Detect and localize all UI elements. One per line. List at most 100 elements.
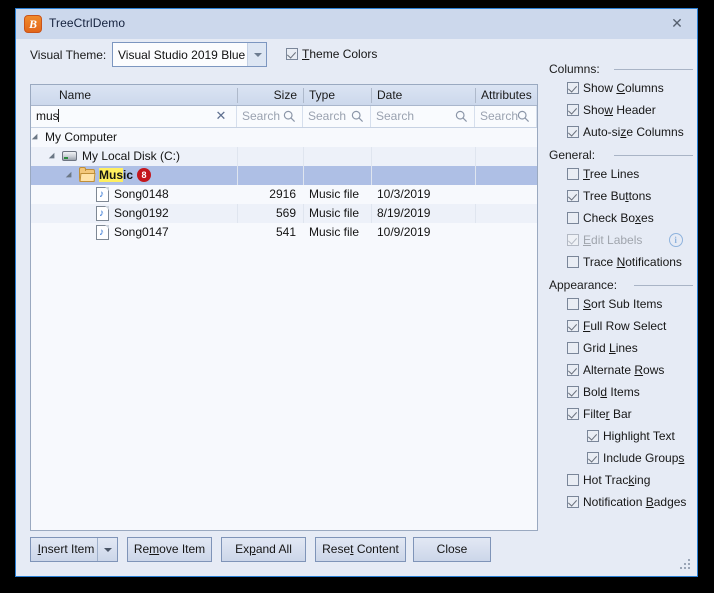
reset-content-button[interactable]: Reset Content (315, 537, 406, 562)
column-divider[interactable] (237, 88, 238, 103)
insert-item-button[interactable]: Insert Item (30, 537, 118, 562)
button-label: Close (436, 542, 468, 556)
search-icon[interactable] (517, 110, 530, 123)
column-divider[interactable] (303, 88, 304, 103)
checkbox-box (567, 82, 579, 94)
dropdown-arrow-icon[interactable] (97, 538, 117, 561)
row-column-divider (303, 166, 304, 185)
close-button[interactable]: Close (413, 537, 491, 562)
expander-icon[interactable] (34, 134, 43, 143)
checkbox-label-hot-tracking: Hot Tracking (583, 473, 651, 487)
checkbox-show-columns[interactable]: Show Columns (567, 81, 664, 96)
filter-cell-type[interactable]: Search (303, 106, 371, 127)
checkbox-label-tree-buttons: Tree Buttons (583, 189, 652, 203)
button-label: Remove Item (133, 542, 206, 556)
column-header-date[interactable]: Date (377, 85, 402, 105)
filter-cell-name[interactable]: mus ✕ (31, 106, 237, 127)
checkbox-trace-notifications[interactable]: Trace Notifications (567, 255, 682, 270)
option-row: Full Row Select (549, 317, 699, 339)
column-header-attributes[interactable]: Attributes (481, 85, 532, 105)
checkbox-include-groups[interactable]: Include Groups (587, 451, 684, 466)
button-label: Insert Item (37, 542, 95, 556)
cell-type: Music file (309, 187, 360, 201)
checkbox-filter-bar[interactable]: Filter Bar (567, 407, 632, 422)
drive-icon (62, 151, 77, 161)
option-row: Grid Lines (549, 339, 699, 361)
checkbox-full-row-select[interactable]: Full Row Select (567, 319, 666, 334)
column-header-name[interactable]: Name (59, 85, 91, 105)
notification-badge: 8 (137, 168, 152, 182)
table-row[interactable]: My Computer (31, 128, 537, 147)
option-row: Show Columns (549, 79, 699, 101)
checkbox-box (567, 212, 579, 224)
checkbox-bold-items[interactable]: Bold Items (567, 385, 640, 400)
resize-grip-icon[interactable] (680, 559, 692, 571)
filter-input-date[interactable]: Search (376, 109, 414, 123)
options-section-header: Appearance: (549, 277, 699, 295)
filter-input-size[interactable]: Search (242, 109, 280, 123)
column-header[interactable]: Name Size Type Date Attributes (31, 85, 537, 106)
expander-icon[interactable] (51, 153, 60, 162)
column-divider[interactable] (371, 88, 372, 103)
cell-size: 541 (275, 225, 296, 239)
chevron-down-icon[interactable] (247, 43, 266, 66)
checkbox-check-boxes[interactable]: Check Boxes (567, 211, 654, 226)
checkbox-show-header[interactable]: Show Header (567, 103, 656, 118)
tree-control[interactable]: Name Size Type Date Attributes mus ✕ Search Sea… (30, 84, 538, 531)
search-icon[interactable] (351, 110, 364, 123)
filter-cell-size[interactable]: Search (237, 106, 303, 127)
expand-all-button[interactable]: Expand All (221, 537, 306, 562)
checkbox-sort-sub-items[interactable]: Sort Sub Items (567, 297, 662, 312)
row-column-divider (303, 147, 304, 166)
option-row: Hot Tracking (549, 471, 699, 493)
table-row[interactable]: ♪ Song0192 569 Music file 8/19/2019 (31, 204, 537, 223)
remove-item-button[interactable]: Remove Item (127, 537, 212, 562)
checkbox-alternate-rows[interactable]: Alternate Rows (567, 363, 664, 378)
column-header-size[interactable]: Size (237, 85, 297, 105)
option-row: Highlight Text (549, 427, 699, 449)
title-bar: B TreeCtrlDemo ✕ (16, 9, 697, 39)
checkbox-tree-buttons[interactable]: Tree Buttons (567, 189, 651, 204)
theme-colors-checkbox[interactable]: Theme Colors (286, 47, 377, 62)
checkbox-label-check-boxes: Check Boxes (583, 211, 654, 225)
filter-input-type[interactable]: Search (308, 109, 346, 123)
column-divider[interactable] (475, 88, 476, 103)
checkbox-label-bold-items: Bold Items (583, 385, 640, 399)
filter-input-attributes[interactable]: Search (480, 109, 518, 123)
filter-cell-attributes[interactable]: Search (475, 106, 537, 127)
row-column-divider (237, 147, 238, 166)
row-column-divider (303, 204, 304, 223)
checkbox-auto-size-columns[interactable]: Auto-size Columns (567, 125, 684, 140)
cell-name-text: My Computer (45, 130, 118, 144)
checkbox-label-filter-bar: Filter Bar (583, 407, 632, 421)
close-icon[interactable]: ✕ (657, 9, 697, 38)
clear-filter-icon[interactable]: ✕ (215, 109, 227, 122)
checkbox-box (567, 126, 579, 138)
row-column-divider (475, 204, 476, 223)
filter-input-name[interactable]: mus (36, 109, 59, 123)
search-icon[interactable] (283, 110, 296, 123)
visual-theme-combobox[interactable]: Visual Studio 2019 Blue (112, 42, 267, 67)
checkbox-tree-lines[interactable]: Tree Lines (567, 167, 639, 182)
options-section-title: General: (549, 148, 596, 162)
table-row[interactable]: ♪ Song0148 2916 Music file 10/3/2019 (31, 185, 537, 204)
button-bar: Close Reset Content Expand All Remove Item I… (16, 530, 697, 576)
table-row[interactable]: ♪ Song0147 541 Music file 10/9/2019 (31, 223, 537, 242)
column-header-type[interactable]: Type (309, 85, 335, 105)
checkbox-box (567, 298, 579, 310)
filter-bar[interactable]: mus ✕ Search Search Search Search (31, 106, 537, 128)
checkbox-notification-badges[interactable]: Notification Badges (567, 495, 686, 510)
expander-icon[interactable] (68, 172, 77, 181)
checkbox-label-sort-sub-items: Sort Sub Items (583, 297, 663, 311)
search-icon[interactable] (455, 110, 468, 123)
filter-cell-date[interactable]: Search (371, 106, 475, 127)
tree-rows[interactable]: My Computer My Local Disk (C:) Music 8 ♪ Song… (31, 128, 537, 530)
checkbox-grid-lines[interactable]: Grid Lines (567, 341, 638, 356)
checkbox-highlight-text[interactable]: Highlight Text (587, 429, 675, 444)
checkbox-hot-tracking[interactable]: Hot Tracking (567, 473, 650, 488)
table-row[interactable]: My Local Disk (C:) (31, 147, 537, 166)
option-row: Trace Notificationsi (549, 253, 699, 275)
info-icon[interactable]: i (668, 233, 683, 247)
cell-name-text: Song0148 (114, 187, 169, 201)
table-row[interactable]: Music 8 (31, 166, 537, 185)
